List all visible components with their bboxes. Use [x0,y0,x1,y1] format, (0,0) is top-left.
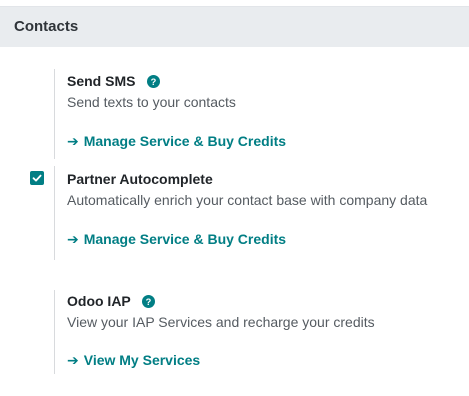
help-icon[interactable]: ? [142,295,156,308]
setting-title-label: Partner Autocomplete [67,171,213,187]
manage-service-link[interactable]: ➔ Manage Service & Buy Credits [67,231,286,248]
setting-title: Send SMS ? [67,73,161,89]
setting-title-label: Odoo IAP [67,293,131,309]
arrow-right-icon: ➔ [67,231,79,247]
link-label: Manage Service & Buy Credits [83,231,287,247]
partner-autocomplete-checkbox[interactable] [30,171,44,185]
setting-description: Send texts to your contacts [67,94,236,110]
link-label: Manage Service & Buy Credits [83,133,287,149]
checkmark-icon [32,174,42,182]
setting-title: Odoo IAP ? [67,293,156,309]
setting-description: View your IAP Services and recharge your… [67,314,375,330]
arrow-right-icon: ➔ [67,352,79,368]
help-icon[interactable]: ? [147,75,161,88]
svg-text:?: ? [151,77,157,87]
setting-divider [54,69,55,159]
view-my-services-link[interactable]: ➔ View My Services [67,352,200,369]
section-title: Contacts [14,18,79,35]
link-label: View My Services [83,352,201,368]
setting-description: Automatically enrich your contact base w… [67,192,428,208]
section-header: Contacts [0,6,469,47]
manage-service-link[interactable]: ➔ Manage Service & Buy Credits [67,133,286,150]
setting-title-label: Send SMS [67,73,136,89]
svg-text:?: ? [146,297,152,307]
setting-title: Partner Autocomplete [67,171,213,187]
setting-divider [54,290,55,374]
setting-divider [54,166,55,260]
arrow-right-icon: ➔ [67,133,79,149]
